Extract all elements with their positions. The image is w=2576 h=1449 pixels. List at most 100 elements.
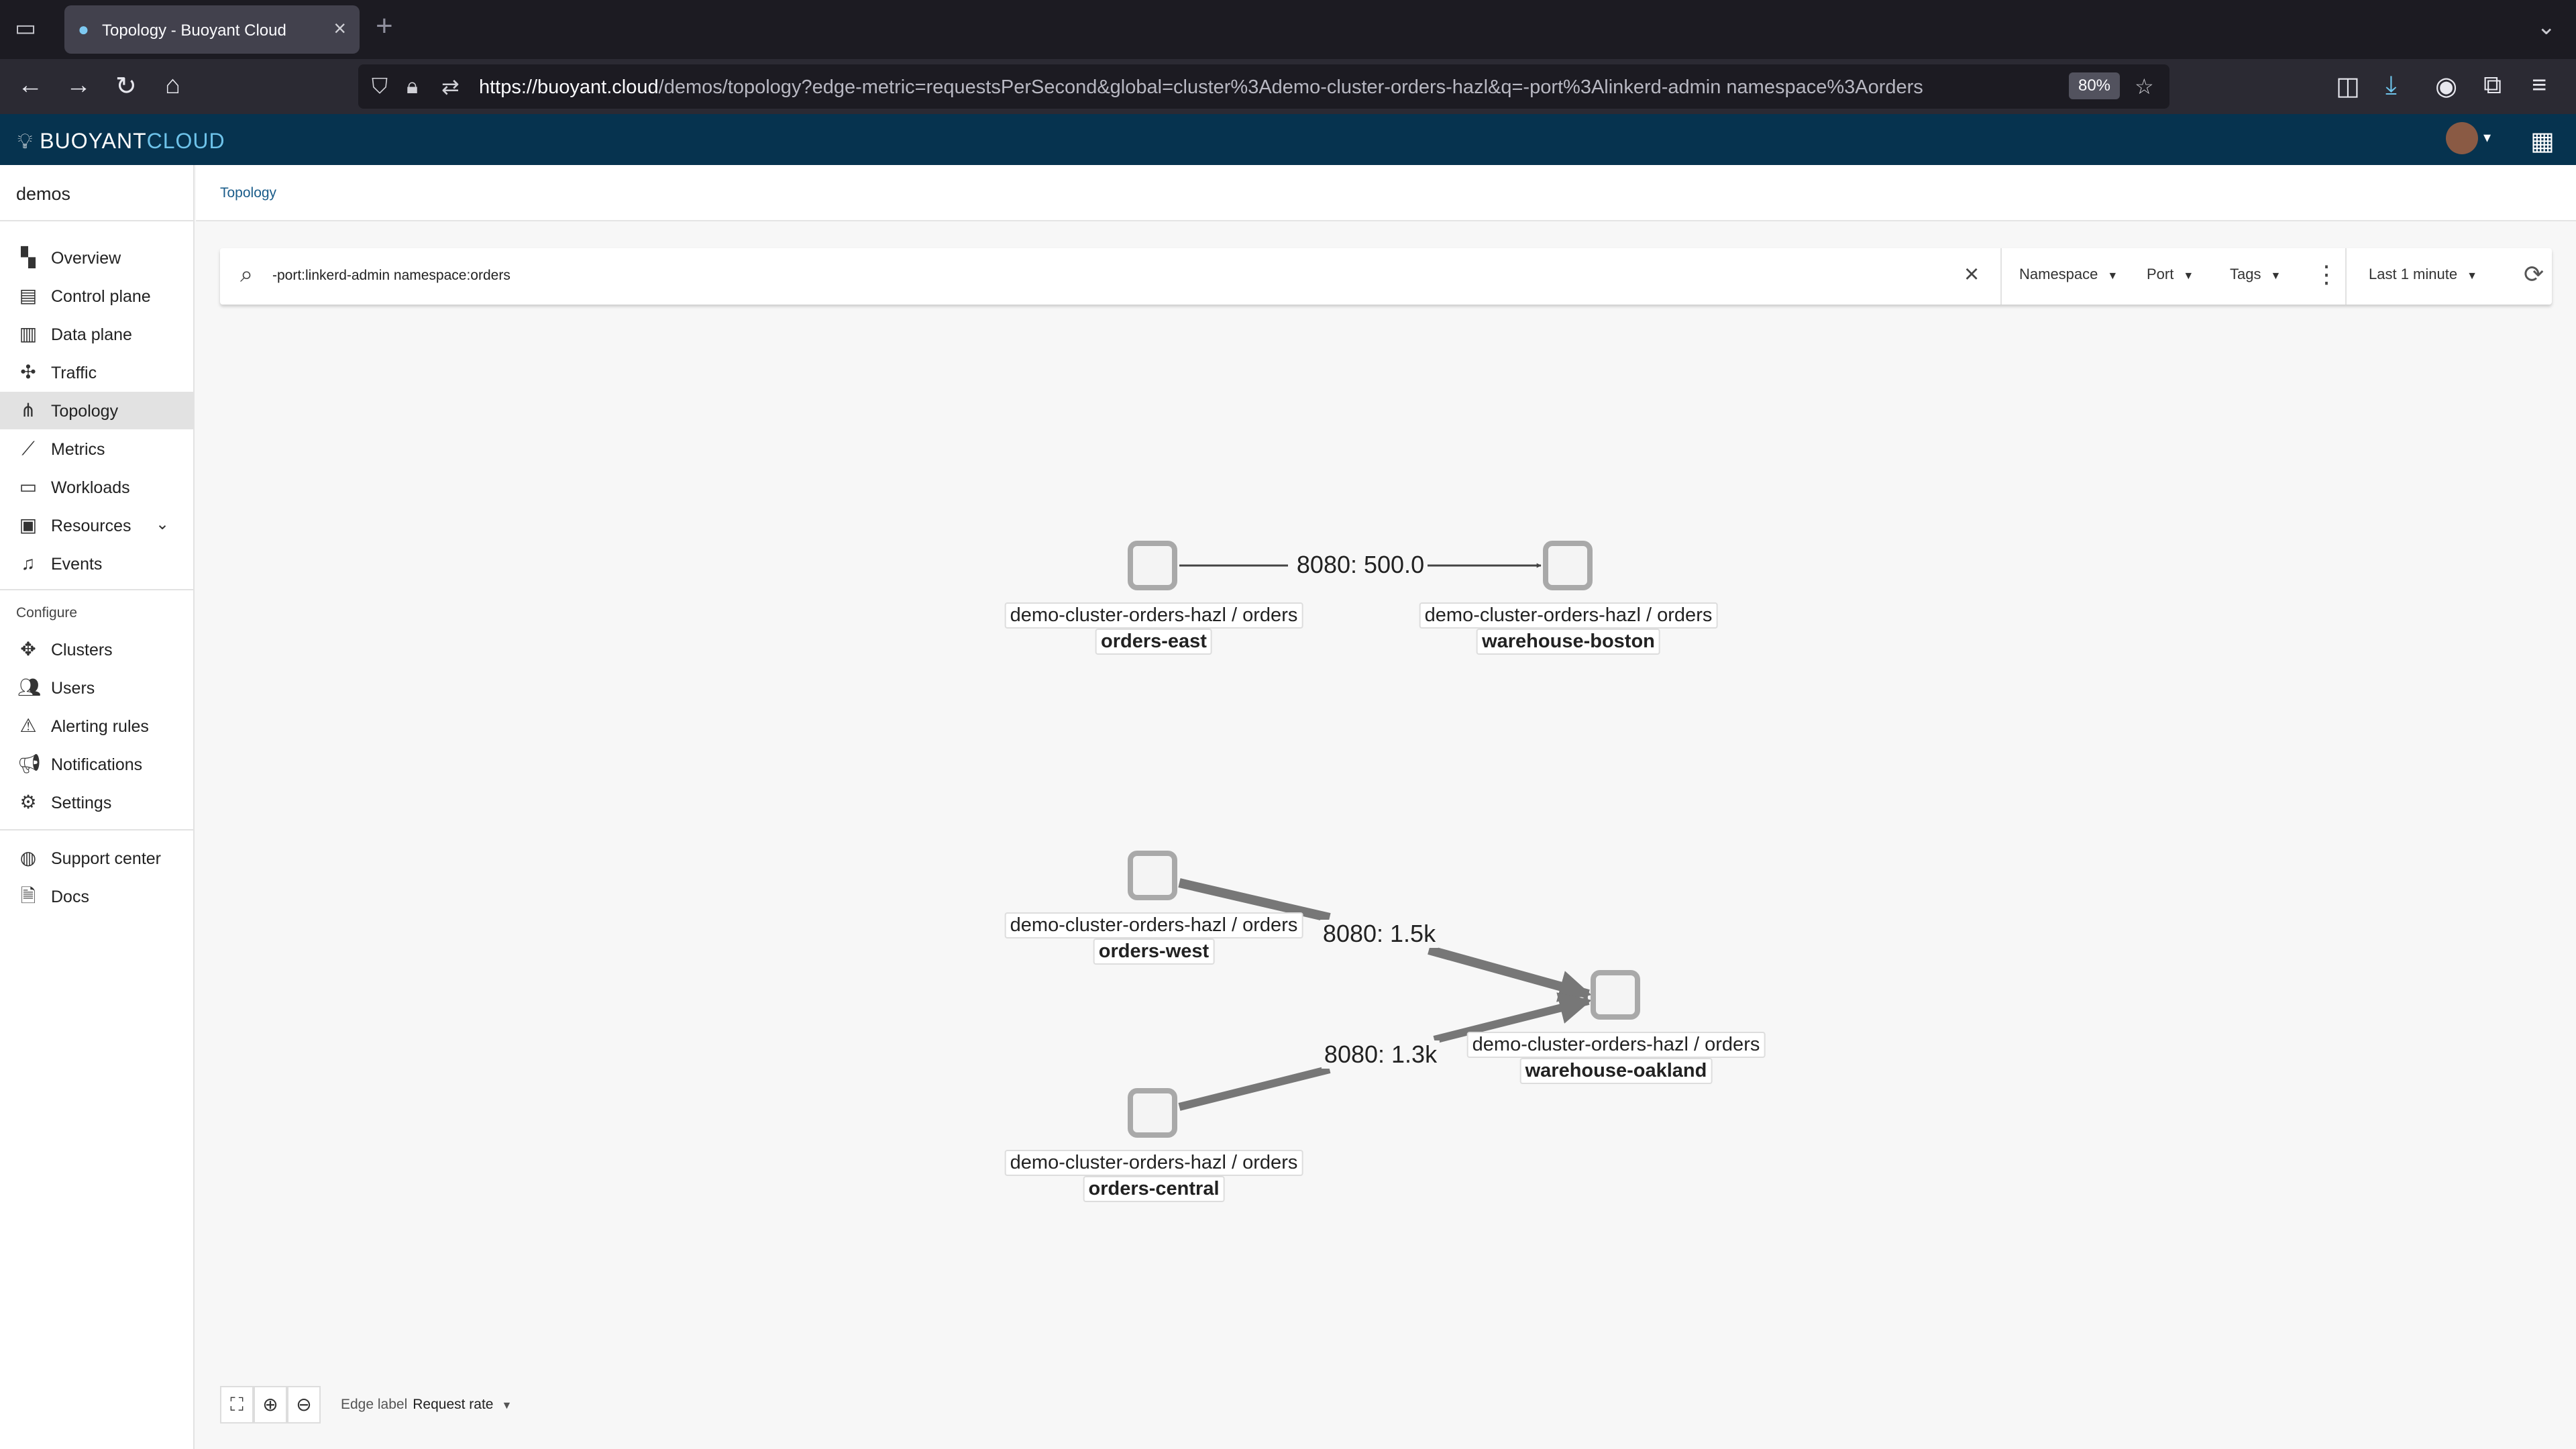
- divider: [0, 829, 195, 830]
- chevron-down-icon[interactable]: ⌄: [156, 515, 169, 534]
- downloads-icon[interactable]: ⤓: [2385, 71, 2397, 100]
- sidebar-item-topology[interactable]: ⋔ Topology: [0, 392, 193, 429]
- bookmark-star-icon[interactable]: ☆: [2135, 74, 2154, 99]
- zoom-out-icon[interactable]: ⊖: [287, 1386, 321, 1424]
- metrics-icon: ⟋: [21, 438, 35, 459]
- search-input[interactable]: [272, 259, 1949, 292]
- caret-down-icon: ▼: [2183, 270, 2194, 282]
- sidebar-item-resources[interactable]: ▣ Resources ⌄: [0, 506, 193, 544]
- breadcrumb[interactable]: Topology: [220, 185, 276, 201]
- sidebar-item-clusters[interactable]: ✥ Clusters: [0, 631, 193, 668]
- zoom-in-icon[interactable]: ⊕: [254, 1386, 287, 1424]
- lock-icon[interactable]: 🔒︎: [407, 74, 418, 99]
- tab-title: Topology - Buoyant Cloud: [102, 21, 286, 40]
- namespace-dropdown[interactable]: Namespace ▼: [2019, 266, 2118, 283]
- menu-icon[interactable]: ≡: [2532, 71, 2546, 100]
- sidebar-item-notifications[interactable]: 📢︎ Notifications: [0, 745, 193, 783]
- traffic-icon: ✣: [20, 362, 36, 382]
- org-name[interactable]: demos: [16, 184, 70, 205]
- sidebar-item-alerting-rules[interactable]: ⚠︎ Alerting rules: [0, 707, 193, 745]
- sidebar-item-users[interactable]: 👥︎ Users: [0, 669, 193, 706]
- chevron-down-icon[interactable]: ▾: [2483, 129, 2491, 146]
- sidebar-item-workloads[interactable]: ▭ Workloads: [0, 468, 193, 506]
- fit-to-screen-icon[interactable]: ⛶: [220, 1386, 254, 1424]
- bell-icon: ♫: [21, 553, 36, 574]
- document-icon: 🗎︎: [20, 885, 36, 906]
- workload-node-warehouse-oakland[interactable]: [1591, 970, 1640, 1020]
- sidebar-item-settings[interactable]: ⚙︎ Settings: [0, 784, 193, 821]
- node-label: demo-cluster-orders-hazl / orders orders…: [1004, 912, 1303, 965]
- edge-label: 8080: 1.3k: [1321, 1040, 1440, 1069]
- divider: [0, 220, 195, 221]
- tab-list-chevron-icon[interactable]: ⌄: [2537, 13, 2557, 40]
- more-vertical-icon[interactable]: ⋮: [2314, 260, 2339, 288]
- edge-label: 8080: 1.5k: [1320, 920, 1439, 948]
- warning-icon: ⚠︎: [19, 715, 37, 736]
- browser-tab[interactable]: ● Topology - Buoyant Cloud ×: [64, 5, 360, 54]
- sidebar-item-traffic[interactable]: ✣ Traffic: [0, 354, 193, 391]
- close-icon[interactable]: ×: [1964, 260, 1979, 289]
- buoyant-favicon-icon: ●: [78, 19, 89, 40]
- edge-orders-central-to-warehouse-oakland[interactable]: [1178, 1065, 1331, 1111]
- divider: [2345, 248, 2347, 305]
- divider: [0, 589, 195, 590]
- sidebar-item-docs[interactable]: 🗎︎ Docs: [0, 877, 193, 915]
- forward-icon[interactable]: →: [66, 71, 91, 100]
- sidebar-item-events[interactable]: ♫ Events: [0, 545, 193, 582]
- users-icon: 👥︎: [17, 677, 42, 698]
- data-plane-icon: ▥: [19, 323, 38, 344]
- tab-close-icon[interactable]: ×: [333, 16, 346, 41]
- topology-canvas[interactable]: 8080: 500.0 8080: 1.5k 8080: 1.3k demo-c…: [196, 315, 2576, 1389]
- workload-node-orders-central[interactable]: [1128, 1088, 1177, 1138]
- megaphone-icon: 📢︎: [17, 753, 42, 774]
- port-dropdown[interactable]: Port ▼: [2147, 266, 2194, 283]
- new-tab-icon[interactable]: +: [376, 9, 393, 43]
- tags-dropdown[interactable]: Tags ▼: [2230, 266, 2281, 283]
- back-icon[interactable]: ←: [17, 71, 43, 100]
- clusters-icon: ✥: [20, 639, 36, 659]
- sidebar-item-control-plane[interactable]: ▤ Control plane: [0, 277, 193, 315]
- caret-down-icon: ▼: [2270, 270, 2282, 282]
- node-label: demo-cluster-orders-hazl / orders orders…: [1004, 1150, 1303, 1202]
- topology-edges: [1178, 563, 1592, 1111]
- resources-icon: ▣: [19, 515, 38, 535]
- permissions-icon[interactable]: ⇄: [441, 74, 460, 99]
- caret-down-icon: ▼: [2467, 270, 2477, 282]
- control-plane-icon: ▤: [19, 285, 38, 306]
- gear-icon: ⚙︎: [19, 792, 37, 812]
- caret-down-icon: ▼: [2107, 270, 2118, 282]
- tab-overview-icon[interactable]: ▭: [15, 15, 36, 42]
- pocket-icon[interactable]: ◫: [2336, 71, 2360, 101]
- node-label: demo-cluster-orders-hazl / orders wareho…: [1466, 1032, 1766, 1084]
- shield-icon[interactable]: ⛉: [372, 74, 388, 99]
- sidebar-item-data-plane[interactable]: ▥ Data plane: [0, 315, 193, 353]
- reload-icon[interactable]: ↻: [115, 71, 137, 101]
- extensions-icon[interactable]: ⧉: [2483, 71, 2502, 100]
- edge-label-dropdown[interactable]: Edge label Request rate ▼: [341, 1397, 512, 1413]
- account-icon[interactable]: ◉: [2435, 71, 2457, 101]
- sidebar: demos ▚ Overview ▤ Control plane ▥ Data pla…: [0, 165, 195, 1449]
- avatar[interactable]: [2446, 122, 2478, 154]
- edge-label: 8080: 500.0: [1293, 551, 1428, 579]
- url-text[interactable]: https://buoyant.cloud/demos/topology?edg…: [479, 76, 1923, 99]
- breadcrumb-bar: Topology: [196, 165, 2576, 221]
- app-grid-icon[interactable]: ▦: [2530, 126, 2555, 156]
- workload-node-orders-west[interactable]: [1128, 851, 1177, 900]
- workload-node-orders-east[interactable]: [1128, 541, 1177, 590]
- app-header: 💡︎ BUOYANTCLOUD ▾ ▦: [0, 114, 2576, 165]
- node-label: demo-cluster-orders-hazl / orders wareho…: [1419, 602, 1718, 655]
- caret-down-icon: ▼: [501, 1400, 513, 1411]
- sidebar-item-overview[interactable]: ▚ Overview: [0, 239, 193, 276]
- sidebar-item-metrics[interactable]: ⟋ Metrics: [0, 430, 193, 468]
- sidebar-item-support-center[interactable]: ◍ Support center: [0, 839, 193, 877]
- divider: [2000, 248, 2002, 305]
- workload-node-warehouse-boston[interactable]: [1543, 541, 1593, 590]
- url-bar[interactable]: ⛉ 🔒︎ ⇄ https://buoyant.cloud/demos/topol…: [358, 64, 2169, 109]
- globe-icon: ◍: [19, 847, 37, 868]
- home-icon[interactable]: ⌂: [165, 71, 180, 100]
- zoom-level-badge[interactable]: 80%: [2069, 72, 2120, 99]
- time-range-dropdown[interactable]: Last 1 minute ▼: [2369, 266, 2477, 283]
- filter-bar: ⌕ × Namespace▼ Port▼ Tags▼ ⋮ Last 1 minu…: [220, 248, 2552, 305]
- brand-logo[interactable]: 💡︎ BUOYANTCLOUD: [17, 129, 225, 154]
- refresh-icon[interactable]: ⟳: [2524, 260, 2544, 288]
